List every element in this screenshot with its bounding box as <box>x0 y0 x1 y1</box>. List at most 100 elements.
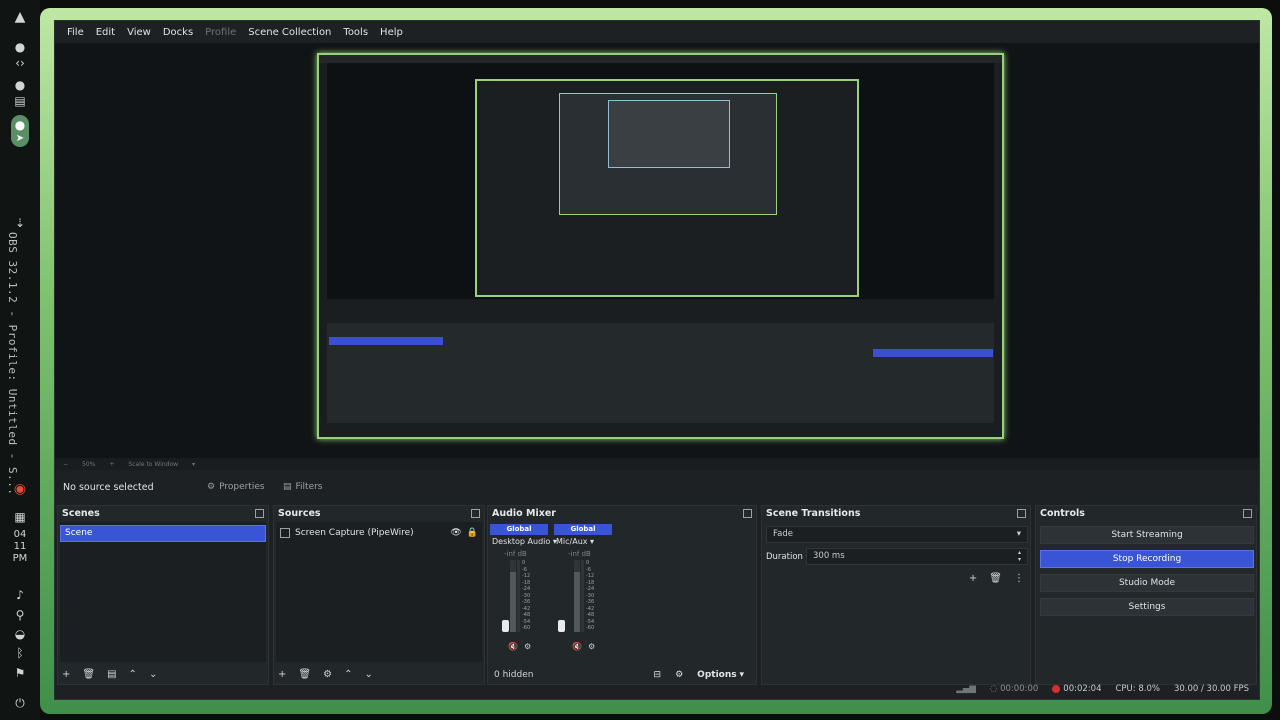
captured-docks <box>327 323 994 423</box>
dock-float-icon[interactable] <box>255 509 264 518</box>
source-name: Screen Capture (PipeWire) <box>295 528 414 538</box>
scale-bar: − 50% + Scale to Window ▾ <box>55 458 1259 470</box>
menu-docks[interactable]: Docks <box>157 27 199 38</box>
record-dot-icon <box>1052 684 1061 693</box>
duration-value: 300 ms <box>813 551 845 561</box>
transition-value: Fade <box>773 529 793 539</box>
properties-label: Properties <box>219 482 265 492</box>
scenes-title: Scenes <box>62 508 100 519</box>
captured-preview-level2 <box>475 79 859 297</box>
preview-canvas[interactable] <box>55 43 1259 458</box>
visibility-eye-icon[interactable]: 👁 <box>450 528 461 538</box>
menu-edit[interactable]: Edit <box>90 27 121 38</box>
settings-button[interactable]: Settings <box>1040 598 1254 616</box>
cursor-icon: ➤ <box>15 133 25 144</box>
menu-view[interactable]: View <box>121 27 157 38</box>
menu-file[interactable]: File <box>61 27 90 38</box>
channel-name[interactable]: Mic/Aux ▾ <box>556 537 594 546</box>
mute-icon[interactable]: 🔇 <box>508 642 518 651</box>
menu-scene-collection[interactable]: Scene Collection <box>242 27 337 38</box>
chrome-icon[interactable]: ◉ <box>12 482 28 496</box>
channel-name-text: Mic/Aux <box>556 537 588 546</box>
transition-tools: + 🗑 ⋮ <box>969 573 1024 584</box>
zoom-in-icon[interactable]: + <box>109 461 114 468</box>
volume-meter <box>581 560 584 632</box>
source-checkbox[interactable] <box>280 528 290 538</box>
mixer-settings-icon[interactable]: ⚙ <box>524 642 531 651</box>
bluetooth-icon[interactable]: ᛒ <box>12 646 28 660</box>
microphone-icon[interactable]: ⚲ <box>12 608 28 622</box>
scale-mode[interactable]: Scale to Window <box>128 461 178 468</box>
cpu-usage: CPU: 8.0% <box>1115 684 1160 694</box>
channel-db: -inf dB <box>504 550 527 558</box>
scene-item[interactable]: Scene <box>60 525 266 542</box>
dock-float-icon[interactable] <box>1017 509 1026 518</box>
code-icon[interactable]: ‹› <box>12 56 28 70</box>
channel-db: -inf dB <box>568 550 591 558</box>
properties-button[interactable]: ⚙ Properties <box>207 479 265 495</box>
power-icon[interactable]: ⏻ <box>12 696 28 710</box>
studio-mode-button[interactable]: Studio Mode <box>1040 574 1254 592</box>
no-source-label: No source selected <box>63 481 154 493</box>
lock-icon[interactable]: 🔒 <box>467 528 478 538</box>
clock: 04 11 PM <box>10 529 30 565</box>
filters-button[interactable]: ▤ Filters <box>283 479 323 495</box>
trash-icon[interactable]: 🗑 <box>989 573 1002 584</box>
controls-title: Controls <box>1040 508 1085 519</box>
fps: 30.00 / 30.00 FPS <box>1173 684 1249 694</box>
sources-list: Screen Capture (PipeWire) 👁 🔒 <box>276 522 482 662</box>
meter-ticks: 0 -6 -12 -18 -24 -30 -36 -42 -48 -54 -60 <box>522 560 531 631</box>
pin-icon[interactable]: ⚑ <box>12 666 28 680</box>
calendar-icon[interactable]: ▦ <box>12 510 28 524</box>
network-icon: ▂▄▆ <box>956 684 976 694</box>
menu-profile[interactable]: Profile <box>199 27 242 38</box>
scene-transitions-dock: Scene Transitions Fade ▾ Duration 300 ms… <box>761 505 1031 685</box>
dock-float-icon[interactable] <box>471 509 480 518</box>
global-badge[interactable]: Global <box>490 524 548 535</box>
global-badge[interactable]: Global <box>554 524 612 535</box>
clock-minute: 11 <box>13 541 27 552</box>
volume-icon[interactable]: ♪ <box>12 588 28 602</box>
dock-float-icon[interactable] <box>743 509 752 518</box>
zoom-level: 50% <box>82 460 96 468</box>
clock-hour: 04 <box>13 529 27 540</box>
zoom-out-icon[interactable]: − <box>63 461 68 468</box>
channel-name-text: Desktop Audio <box>492 537 551 546</box>
meter-ticks: 0 -6 -12 -18 -24 -30 -36 -42 -48 -54 -60 <box>586 560 595 631</box>
scene-transitions-title: Scene Transitions <box>766 508 861 519</box>
calendar-icon[interactable]: ▤ <box>12 94 28 108</box>
channel-name[interactable]: Desktop Audio ▾ <box>492 537 557 546</box>
sources-title: Sources <box>278 508 321 519</box>
source-item[interactable]: Screen Capture (PipeWire) 👁 🔒 <box>280 526 478 540</box>
more-vertical-icon[interactable]: ⋮ <box>1014 573 1024 584</box>
app-launcher-icon[interactable]: ▲ <box>12 10 28 24</box>
scenes-list: Scene <box>60 522 266 662</box>
download-icon[interactable]: ⇣ <box>12 216 28 230</box>
captured-preview-level3 <box>559 93 777 215</box>
menu-help[interactable]: Help <box>374 27 409 38</box>
volume-fader[interactable] <box>502 620 509 632</box>
scenes-dock: Scenes Scene + 🗑 ▤ ⌃ ⌄ <box>57 505 269 685</box>
volume-fader[interactable] <box>558 620 565 632</box>
dock-float-icon[interactable] <box>1243 509 1252 518</box>
transition-select[interactable]: Fade ▾ <box>766 526 1028 543</box>
add-icon[interactable]: + <box>969 573 977 584</box>
chevron-down-icon[interactable]: ▾ <box>192 461 195 468</box>
stop-recording-button[interactable]: Stop Recording <box>1040 550 1254 568</box>
duration-input[interactable]: 300 ms ▴ ▾ <box>806 548 1028 565</box>
active-app-icon[interactable]: ● <box>12 118 28 132</box>
record-time: 00:02:04 <box>1063 684 1102 694</box>
start-streaming-button[interactable]: Start Streaming <box>1040 526 1254 544</box>
captured-stop-recording <box>873 349 993 357</box>
menu-tools[interactable]: Tools <box>337 27 374 38</box>
spinner-icon[interactable]: ▴ ▾ <box>1018 549 1021 563</box>
duration-label: Duration <box>766 552 803 562</box>
status-bar: ▂▄▆ ◌ 00:00:00 00:02:04 CPU: 8.0% 30.00 … <box>55 679 1259 699</box>
stream-status: ◌ 00:00:00 <box>989 684 1039 694</box>
mute-icon[interactable]: 🔇 <box>572 642 582 651</box>
wifi-icon[interactable]: ◒ <box>12 627 28 641</box>
volume-meter <box>510 560 516 632</box>
circle-icon[interactable]: ● <box>12 78 28 92</box>
mixer-settings-icon[interactable]: ⚙ <box>588 642 595 651</box>
circle-icon[interactable]: ● <box>12 40 28 54</box>
